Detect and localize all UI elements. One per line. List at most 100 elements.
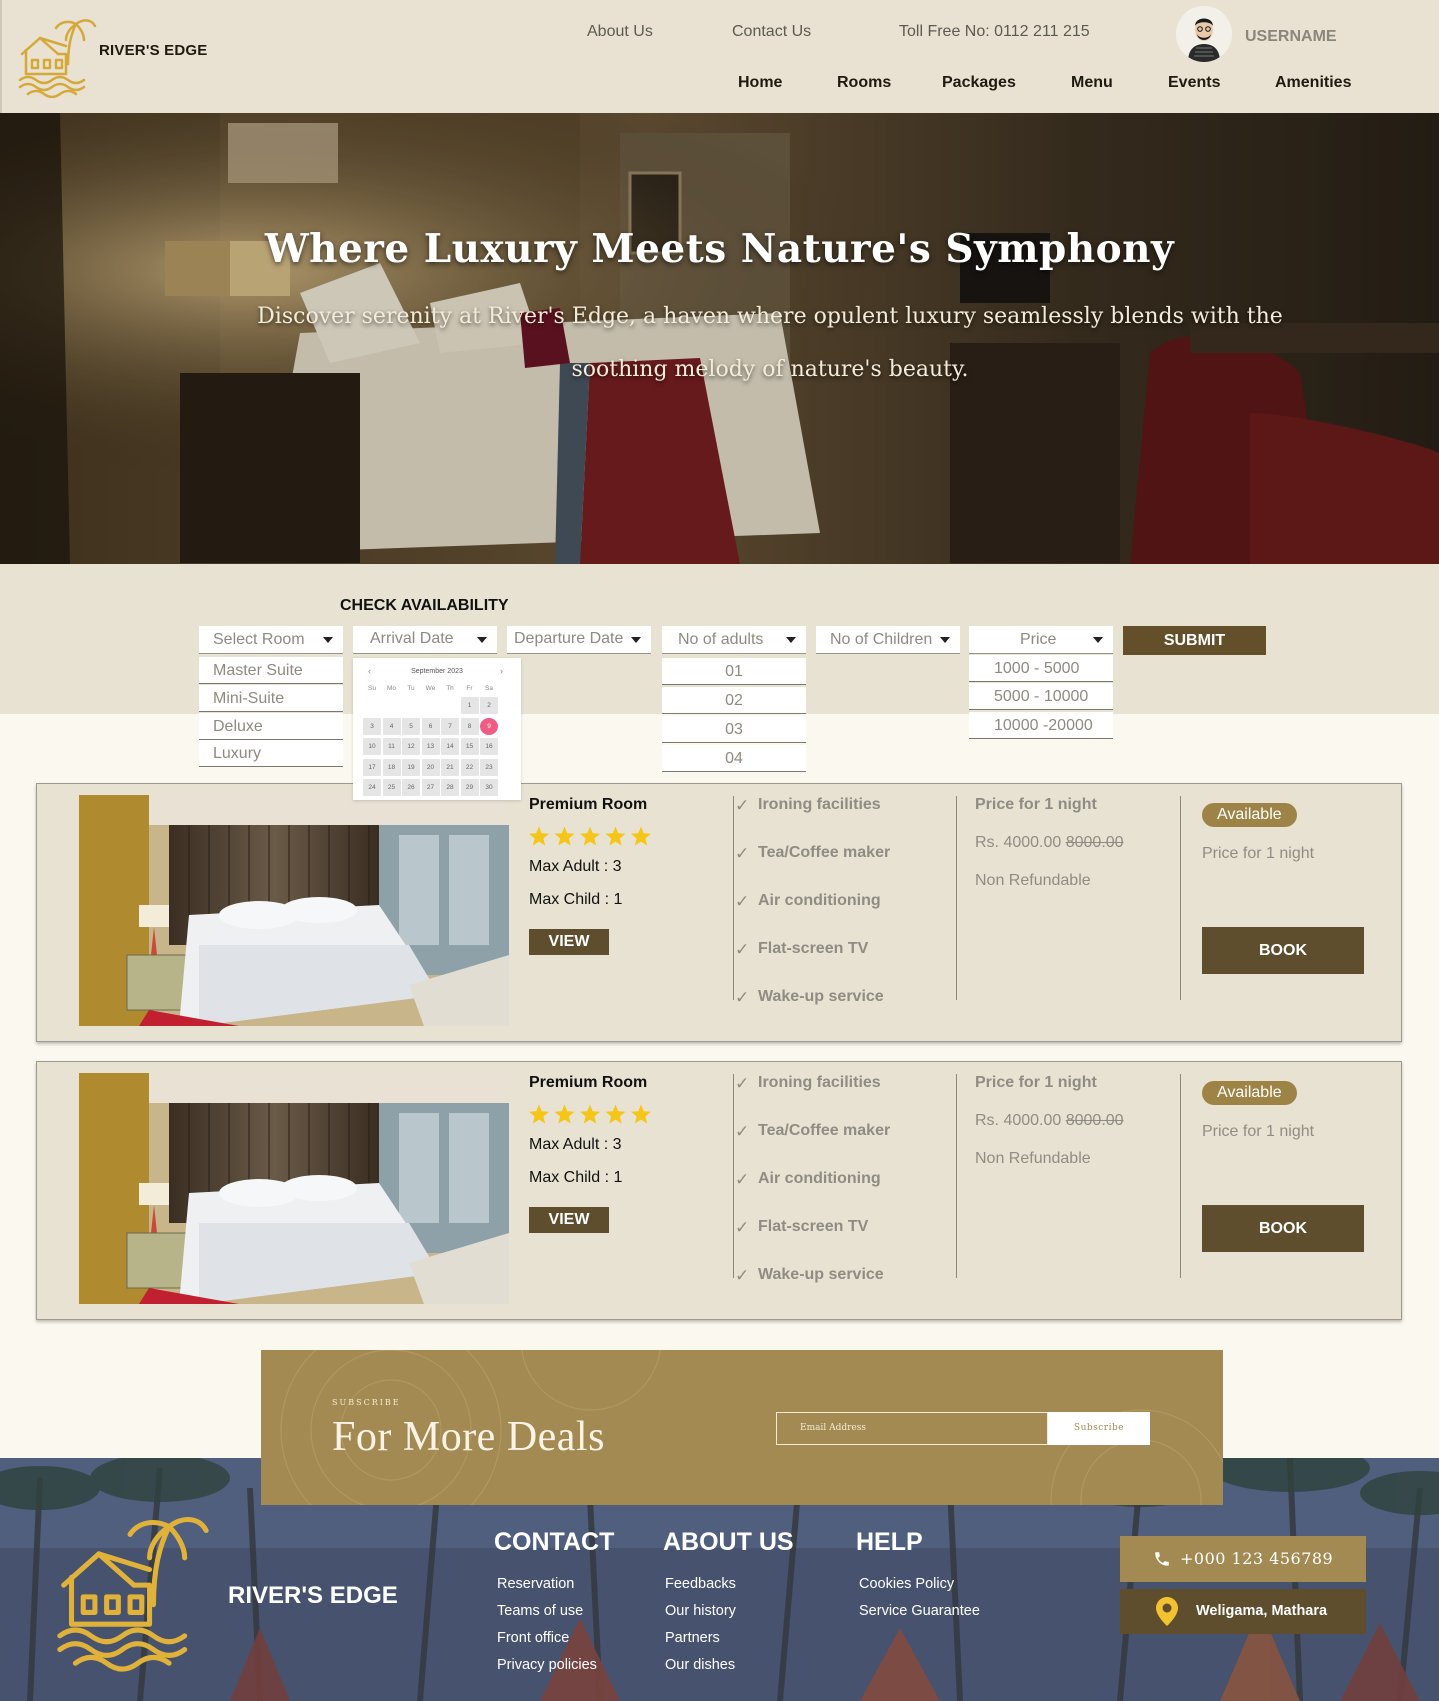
calendar-day[interactable]: 27 [421,779,440,796]
calendar-day[interactable]: 6 [421,717,440,735]
room-photo[interactable] [79,1073,509,1304]
divider [1180,1074,1181,1278]
calendar-day[interactable]: 28 [441,779,459,796]
adults-option-03[interactable]: 03 [662,716,806,743]
calendar-day[interactable]: 10 [363,738,381,755]
subscribe-kicker: SUBSCRIBE [332,1398,401,1407]
check-icon: ✓ [735,988,750,1007]
amenity-item: Air conditioning [758,892,881,909]
footer-link-privacy[interactable]: Privacy policies [497,1657,597,1673]
select-room-dropdown[interactable]: Select Room [199,626,343,654]
footer-link-partners[interactable]: Partners [665,1630,720,1646]
calendar-day[interactable]: 1 [460,697,479,714]
adults-option-01[interactable]: 01 [662,658,806,685]
footer-link-front-office[interactable]: Front office [497,1630,569,1646]
calendar-day[interactable]: 13 [421,738,440,755]
room-option-deluxe[interactable]: Deluxe [199,713,343,740]
nav-amenities[interactable]: Amenities [1275,74,1351,92]
calendar-day[interactable]: 7 [441,717,459,735]
room-option-master-suite[interactable]: Master Suite [199,657,343,684]
calendar-day[interactable]: 18 [382,758,401,776]
children-dropdown[interactable]: No of Children [816,626,960,654]
calendar-day[interactable]: 14 [441,738,459,755]
contact-us-link[interactable]: Contact Us [732,23,811,41]
nav-packages[interactable]: Packages [942,74,1016,92]
calendar-day[interactable]: 25 [382,779,401,796]
footer-link-reservation[interactable]: Reservation [497,1576,574,1592]
price-dropdown[interactable]: Price [969,626,1113,654]
calendar-day[interactable]: 3 [363,717,381,735]
email-input[interactable]: Email Address [776,1412,1048,1445]
calendar-day[interactable]: 29 [460,779,479,796]
calendar-day[interactable]: 30 [480,779,498,796]
price-option-1000-5000[interactable]: 1000 - 5000 [969,655,1113,682]
location-contact[interactable]: Weligama, Mathara [1120,1589,1366,1634]
calendar-day[interactable]: 26 [402,779,420,796]
calendar-day[interactable]: 21 [441,758,459,776]
phone-contact[interactable]: +000 123 456789 [1120,1536,1366,1582]
footer-link-cookies[interactable]: Cookies Policy [859,1576,954,1592]
subscribe-button[interactable]: Subscribe [1048,1412,1150,1445]
view-button[interactable]: VIEW [529,1207,609,1233]
check-icon: ✓ [735,1266,750,1285]
amenity-item: Air conditioning [758,1170,881,1187]
calendar-day[interactable]: 22 [460,758,479,776]
footer-link-history[interactable]: Our history [665,1603,736,1619]
calendar-day[interactable]: 16 [480,738,498,755]
calendar-day[interactable]: 8 [460,717,479,735]
arrival-date-picker[interactable]: Arrival Date [353,626,497,654]
footer-link-guarantee[interactable]: Service Guarantee [859,1603,980,1619]
nav-rooms[interactable]: Rooms [837,74,891,92]
room-photo[interactable] [79,795,509,1026]
subscribe-banner: SUBSCRIBE For More Deals Email Address S… [261,1350,1223,1505]
calendar-day[interactable]: 11 [382,738,401,755]
date-picker-calendar: ‹ September 2023 › Su Mo Tu We Th Fr Sa 1 2 3 4 5 6 7… [353,658,521,800]
nav-menu[interactable]: Menu [1071,74,1113,92]
departure-date-picker[interactable]: Departure Date [507,626,651,654]
username-label[interactable]: USERNAME [1245,28,1337,46]
footer-link-feedbacks[interactable]: Feedbacks [665,1576,736,1592]
footer-link-terms[interactable]: Teams of use [497,1603,583,1619]
calendar-day[interactable]: 23 [480,758,498,776]
calendar-weekday: Fr [466,685,473,692]
calendar-day[interactable]: 15 [460,738,479,755]
calendar-day[interactable]: 20 [421,758,440,776]
room-option-mini-suite[interactable]: Mini-Suite [199,685,343,712]
adults-placeholder: No of adults [678,631,764,648]
nav-events[interactable]: Events [1168,74,1220,92]
about-us-link[interactable]: About Us [587,23,653,41]
availability-badge: Available [1202,1081,1297,1105]
footer-link-dishes[interactable]: Our dishes [665,1657,735,1673]
price-option-5000-10000[interactable]: 5000 - 10000 [969,683,1113,710]
book-button[interactable]: BOOK [1202,1205,1364,1252]
house-palm-logo-icon[interactable] [52,1508,212,1674]
availability-title: CHECK AVAILABILITY [340,597,509,614]
room-option-luxury[interactable]: Luxury [199,740,343,767]
calendar-day[interactable]: 5 [402,717,420,735]
user-avatar-icon[interactable] [1176,6,1232,62]
calendar-day[interactable]: 4 [382,717,401,735]
amenity-item: Tea/Coffee maker [758,844,891,861]
book-button[interactable]: BOOK [1202,927,1364,974]
footer-brand-name[interactable]: RIVER'S EDGE [228,1582,398,1610]
calendar-next-icon[interactable]: › [500,666,503,676]
nav-home[interactable]: Home [738,74,782,92]
divider [733,796,734,1000]
calendar-day-selected[interactable]: 9 [480,717,498,735]
adults-dropdown[interactable]: No of adults [662,626,806,654]
calendar-day[interactable]: 12 [402,738,420,755]
calendar-day[interactable]: 24 [363,779,381,796]
house-palm-logo-icon[interactable] [16,16,98,98]
price-option-10000-20000[interactable]: 10000 -20000 [969,712,1113,739]
current-price: Rs. 4000.00 [975,1112,1062,1129]
submit-button[interactable]: SUBMIT [1123,626,1266,655]
calendar-weekday: Sa [485,685,493,692]
calendar-day[interactable]: 2 [480,697,498,714]
check-icon: ✓ [735,1218,750,1237]
view-button[interactable]: VIEW [529,929,609,955]
brand-name[interactable]: RIVER'S EDGE [99,42,208,59]
adults-option-02[interactable]: 02 [662,687,806,714]
adults-option-04[interactable]: 04 [662,745,806,772]
calendar-day[interactable]: 19 [402,758,420,776]
calendar-day[interactable]: 17 [363,758,381,776]
